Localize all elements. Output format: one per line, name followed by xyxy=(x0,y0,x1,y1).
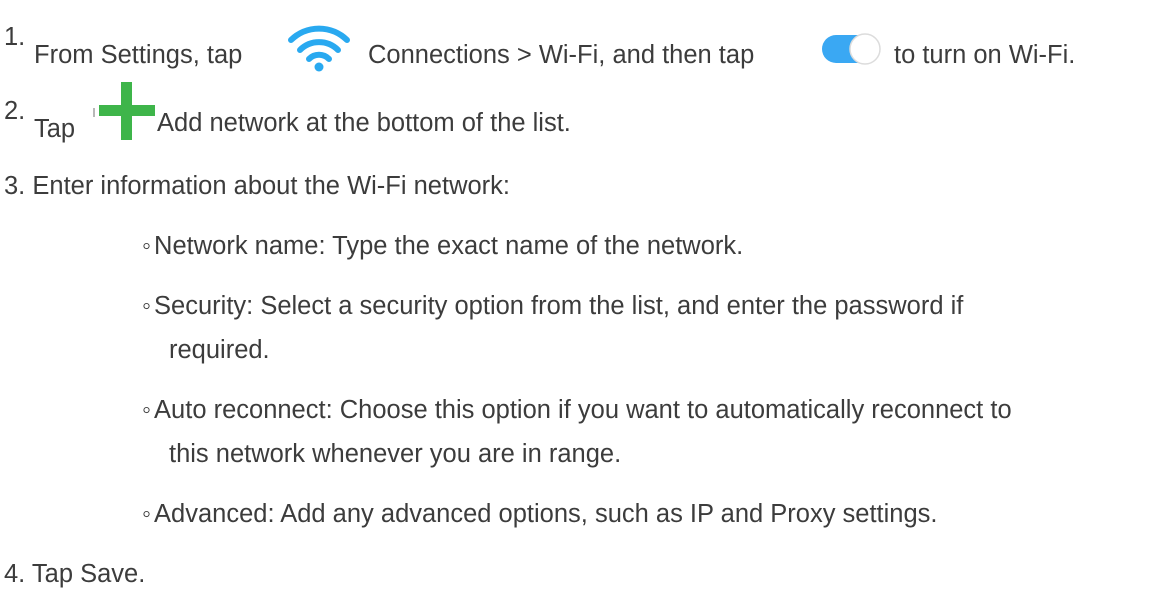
bullet-4: ◦ xyxy=(142,500,152,528)
bullet-3: ◦ xyxy=(142,396,152,424)
step-2-text-after: Add network at the bottom of the list. xyxy=(157,109,571,137)
plus-icon xyxy=(97,82,157,140)
subitem-auto-reconnect-line-1: Auto reconnect: Choose this option if yo… xyxy=(154,396,1012,424)
wifi-icon xyxy=(287,23,351,73)
step-4-label: Tap Save. xyxy=(31,560,146,588)
bullet-2: ◦ xyxy=(142,292,152,320)
subitem-security-line-1: Security: Select a security option from … xyxy=(154,292,964,320)
step-4-text: 4. Tap Save. xyxy=(4,559,145,589)
subitem-advanced-text: Advanced: Add any advanced options, such… xyxy=(154,500,938,528)
step-2-text-before: Tap xyxy=(34,115,76,143)
separator-tick xyxy=(93,108,95,117)
toggle-switch-icon xyxy=(820,32,884,66)
subitem-security: ◦ Security: Select a security option from… xyxy=(142,291,963,321)
step-3-label: Enter information about the Wi-Fi networ… xyxy=(32,172,510,200)
subitem-network-name-text: Network name: Type the exact name of the… xyxy=(154,232,744,260)
step-4-number: 4. xyxy=(4,560,26,588)
bullet-1: ◦ xyxy=(142,232,152,260)
subitem-auto-reconnect: ◦ Auto reconnect: Choose this option if y… xyxy=(142,395,1012,425)
subitem-security-line-2: required. xyxy=(169,336,270,364)
subitem-network-name: ◦ Network name: Type the exact name of th… xyxy=(142,231,743,261)
document-page: { "steps": [ { "number": "1.", "text_bef… xyxy=(0,0,1169,589)
subitem-advanced: ◦ Advanced: Add any advanced options, suc… xyxy=(142,499,938,529)
step-1-text-middle: Connections > Wi-Fi, and then tap xyxy=(368,41,755,69)
step-1-text-before: From Settings, tap xyxy=(34,41,243,69)
step-3-number: 3. xyxy=(4,172,26,200)
step-2-number: 2. xyxy=(4,97,26,125)
subitem-auto-reconnect-line-2: this network whenever you are in range. xyxy=(169,440,622,468)
step-1-number: 1. xyxy=(4,23,26,51)
step-3-text: 3. Enter information about the Wi-Fi net… xyxy=(4,171,510,201)
step-1-text-after: to turn on Wi-Fi. xyxy=(894,41,1076,69)
